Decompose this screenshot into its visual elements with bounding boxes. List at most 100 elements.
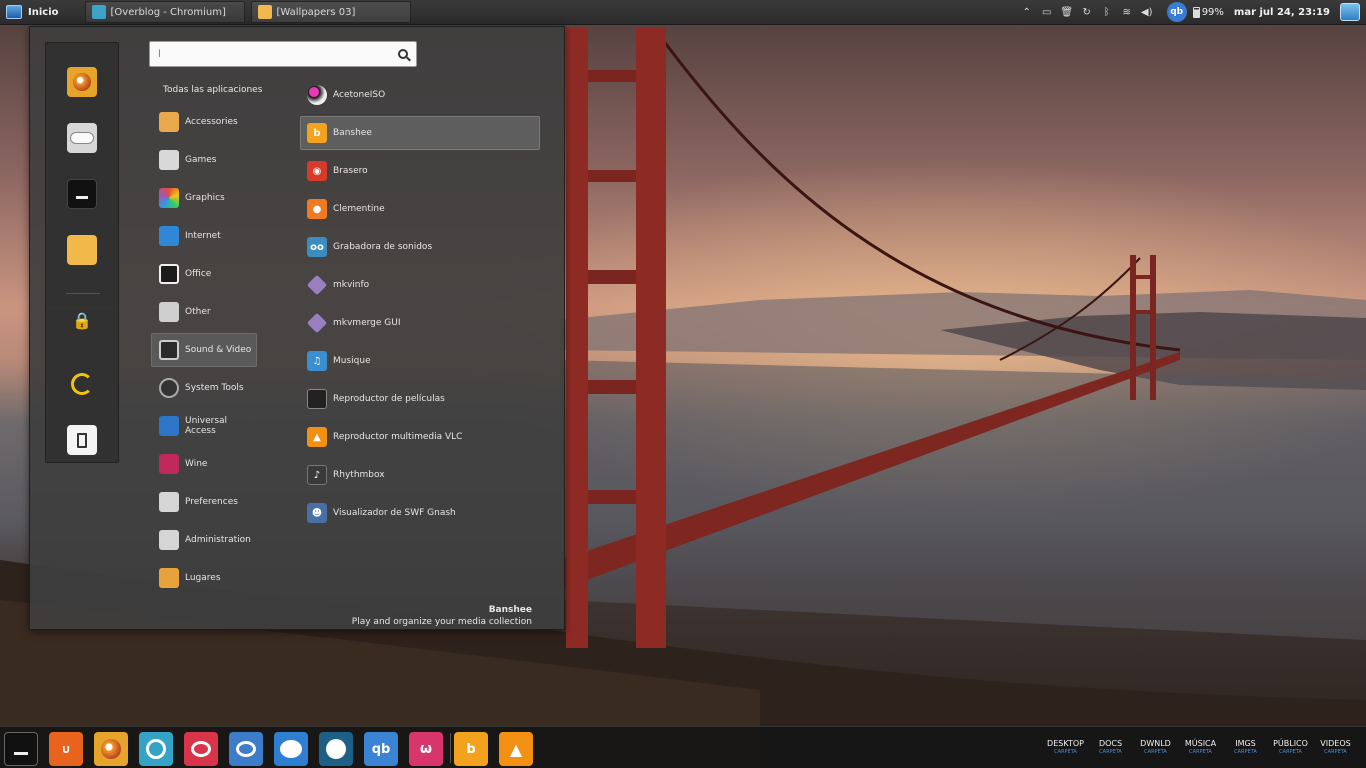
start-label: Inicio <box>28 6 59 18</box>
chevron-up-icon[interactable]: ⌃ <box>1017 0 1037 25</box>
dock-software-center[interactable]: ∪ <box>49 732 83 766</box>
battery-indicator[interactable]: 99% <box>1192 6 1224 18</box>
app-rhythmbox[interactable]: ♪ Rhythmbox <box>300 458 540 492</box>
dock-qbittorrent[interactable]: qb <box>364 732 398 766</box>
app-banshee[interactable]: b Banshee <box>300 116 540 150</box>
category-universal-access[interactable]: Universal Access <box>151 409 257 443</box>
favorite-settings-toggle[interactable] <box>67 123 97 153</box>
category-label: Wine <box>185 459 208 469</box>
bluetooth-icon[interactable]: ᛒ <box>1097 0 1117 25</box>
battery-percent: 99% <box>1201 6 1224 18</box>
folder-public[interactable]: PÚBLICO CARPETA <box>1268 739 1313 755</box>
app-sound-recorder[interactable]: oo Grabadora de sonidos <box>300 230 540 264</box>
lock-screen-button[interactable]: 🔒 <box>67 305 97 335</box>
app-description: Banshee Play and organize your media col… <box>352 605 532 627</box>
logout-button[interactable] <box>67 369 97 399</box>
qbittorrent-tray-icon[interactable]: qb <box>1166 2 1187 22</box>
app-gnash[interactable]: ☻ Visualizador de SWF Gnash <box>300 496 540 530</box>
search-icon[interactable] <box>398 49 408 59</box>
trash-icon[interactable]: 🗑 <box>1057 0 1077 25</box>
folder-type: CARPETA <box>1324 749 1347 755</box>
app-brasero[interactable]: ◉ Brasero <box>300 154 540 188</box>
app-mkvmerge-gui[interactable]: mkvmerge GUI <box>300 306 540 340</box>
folder-downloads[interactable]: DWNLD CARPETA <box>1133 739 1178 755</box>
search-input[interactable] <box>158 48 398 60</box>
app-label: Rhythmbox <box>333 470 385 480</box>
dock-vlc[interactable]: ▲ <box>499 732 533 766</box>
dock-messenger[interactable] <box>274 732 308 766</box>
dock-chromium[interactable] <box>139 732 173 766</box>
folder-music[interactable]: MÚSICA CARPETA <box>1178 739 1223 755</box>
category-sound-video[interactable]: Sound & Video <box>151 333 257 367</box>
taskbar-item-chromium[interactable]: [Overblog - Chromium] <box>84 1 245 23</box>
refresh-icon[interactable]: ↻ <box>1077 0 1097 25</box>
category-games[interactable]: Games <box>151 143 257 177</box>
dock-firefox[interactable] <box>94 732 128 766</box>
dock-clock[interactable] <box>319 732 353 766</box>
category-administration[interactable]: Administration <box>151 523 257 557</box>
folder-shortcuts: DESKTOP CARPETA DOCS CARPETA DWNLD CARPE… <box>1043 739 1358 755</box>
accessibility-icon <box>159 416 179 436</box>
dock-pidgin[interactable]: ω <box>409 732 443 766</box>
category-label: Accessories <box>185 117 238 127</box>
volume-icon[interactable]: ◀) <box>1137 0 1157 25</box>
favorite-terminal[interactable] <box>67 179 97 209</box>
favorite-firefox[interactable] <box>67 67 97 97</box>
category-wine[interactable]: Wine <box>151 447 257 481</box>
folder-name: PÚBLICO <box>1273 739 1308 748</box>
folder-images[interactable]: IMGS CARPETA <box>1223 739 1268 755</box>
folder-name: VIDEOS <box>1320 739 1351 748</box>
folder-docs[interactable]: DOCS CARPETA <box>1088 739 1133 755</box>
category-label: Universal Access <box>185 416 228 436</box>
category-office[interactable]: Office <box>151 257 257 291</box>
vlc-cone-icon: ▲ <box>509 739 523 759</box>
category-preferences[interactable]: Preferences <box>151 485 257 519</box>
category-system-tools[interactable]: System Tools <box>151 371 257 405</box>
category-accessories[interactable]: Accessories <box>151 105 257 139</box>
app-label: Banshee <box>333 128 372 138</box>
favorite-files[interactable] <box>67 235 97 265</box>
app-acetoneiso[interactable]: AcetoneISO <box>300 78 540 112</box>
app-musique[interactable]: ♫ Musique <box>300 344 540 378</box>
category-internet[interactable]: Internet <box>151 219 257 253</box>
system-tools-icon <box>159 378 179 398</box>
category-label: Administration <box>185 535 251 545</box>
app-mkvinfo[interactable]: mkvinfo <box>300 268 540 302</box>
description-title: Banshee <box>488 605 532 615</box>
dock-chat-red[interactable] <box>184 732 218 766</box>
dock-banshee[interactable]: b <box>454 732 488 766</box>
category-label: System Tools <box>185 383 244 393</box>
categories-header[interactable]: Todas las aplicaciones <box>163 85 262 95</box>
clapperboard-icon <box>307 389 327 409</box>
folder-videos[interactable]: VIDEOS CARPETA <box>1313 739 1358 755</box>
app-clementine[interactable]: ● Clementine <box>300 192 540 226</box>
clementine-icon: ● <box>307 199 327 219</box>
app-vlc[interactable]: ▲ Reproductor multimedia VLC <box>300 420 540 454</box>
dock-chat-blue[interactable] <box>229 732 263 766</box>
taskbar-item-wallpapers[interactable]: [Wallpapers 03] <box>250 1 411 23</box>
dock-divider <box>450 733 451 763</box>
start-menu-button[interactable]: Inicio <box>0 0 67 25</box>
folder-desktop[interactable]: DESKTOP CARPETA <box>1043 739 1088 755</box>
folder-name: MÚSICA <box>1184 739 1217 748</box>
preferences-icon <box>159 492 179 512</box>
show-desktop-button[interactable] <box>1340 3 1360 21</box>
folder-name: DWNLD <box>1140 739 1171 748</box>
app-label: Musique <box>333 356 371 366</box>
acetoneiso-icon <box>307 85 327 105</box>
category-other[interactable]: Other <box>151 295 257 329</box>
category-label: Graphics <box>185 193 225 203</box>
category-graphics[interactable]: Graphics <box>151 181 257 215</box>
category-label: Lugares <box>185 573 221 583</box>
display-icon[interactable]: ▭ <box>1037 0 1057 25</box>
mkvmerge-icon <box>306 312 328 334</box>
shutdown-button[interactable] <box>67 425 97 455</box>
rhythmbox-icon: ♪ <box>307 465 327 485</box>
app-label: Grabadora de sonidos <box>333 242 433 252</box>
app-movie-player[interactable]: Reproductor de películas <box>300 382 540 416</box>
wifi-icon[interactable]: ≋ <box>1117 0 1137 25</box>
chromium-icon <box>146 739 166 759</box>
dock-terminal[interactable] <box>4 732 38 766</box>
category-places[interactable]: Lugares <box>151 561 257 595</box>
clock[interactable]: mar jul 24, 23:19 <box>1234 7 1330 18</box>
